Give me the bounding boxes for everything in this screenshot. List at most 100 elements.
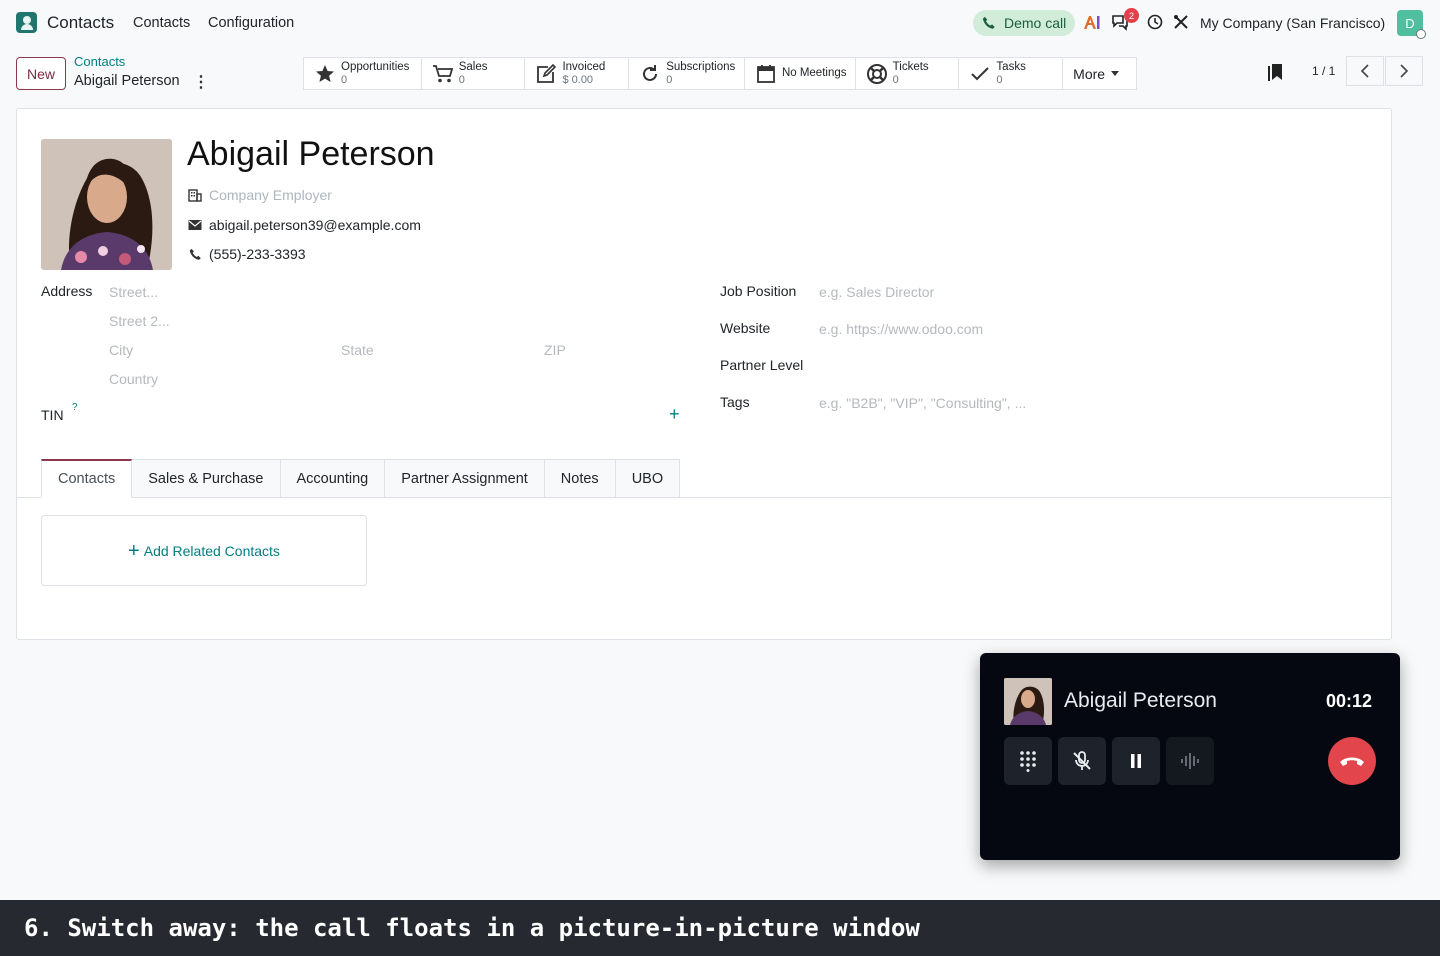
mute-button[interactable] (1058, 737, 1106, 785)
breadcrumb-parent[interactable]: Contacts (74, 54, 125, 69)
smart-button-opportunities[interactable]: Opportunities 0 (304, 58, 422, 89)
app-name[interactable]: Contacts (47, 13, 114, 33)
zip-input[interactable]: ZIP (544, 342, 566, 358)
notebook-tabs: Contacts Sales & Purchase Accounting Par… (41, 459, 681, 498)
job-position-input[interactable]: e.g. Sales Director (819, 284, 934, 300)
menu-contacts[interactable]: Contacts (133, 15, 190, 31)
website-label: Website (720, 320, 771, 336)
pause-icon (1131, 754, 1141, 768)
tags-label: Tags (720, 394, 750, 410)
company-placeholder: Company Employer (209, 187, 332, 203)
email-value: abigail.peterson39@example.com (209, 217, 421, 233)
smart-button-value: 0 (996, 73, 1003, 86)
smart-button-value: $ 0.00 (562, 73, 594, 86)
audio-input-button[interactable] (1166, 737, 1214, 785)
caption-text: 6. Switch away: the call floats in a pic… (24, 914, 920, 942)
smart-button-sales[interactable]: Sales 0 (422, 58, 526, 89)
actions-menu-icon[interactable]: ⋮ (193, 72, 209, 92)
ai-icon[interactable] (1082, 12, 1102, 32)
state-input[interactable]: State (341, 342, 374, 358)
keypad-button[interactable] (1004, 737, 1052, 785)
company-field[interactable]: Company Employer (187, 187, 332, 203)
email-field[interactable]: abigail.peterson39@example.com (187, 217, 421, 233)
tools-icon[interactable] (1171, 12, 1191, 32)
smart-button-label: Sales (458, 60, 488, 73)
phone-hangup-icon (1340, 757, 1364, 766)
smart-button-label: Tickets (892, 60, 929, 73)
breadcrumb-current: Abigail Peterson (74, 73, 180, 89)
smart-button-label: Invoiced (562, 60, 606, 73)
phone-value: (555)-233-3393 (209, 246, 306, 262)
company-switcher[interactable]: My Company (San Francisco) (1200, 15, 1385, 31)
contact-name[interactable]: Abigail Peterson (187, 135, 435, 174)
caller-name: Abigail Peterson (1064, 689, 1217, 712)
edit-icon (535, 63, 557, 85)
chevron-right-icon (1400, 64, 1409, 78)
street2-input[interactable]: Street 2... (109, 313, 170, 329)
form-sheet: Abigail Peterson Company Employer abigai… (16, 108, 1392, 640)
add-field-icon[interactable]: + (669, 404, 680, 425)
chevron-left-icon (1360, 64, 1369, 78)
call-pip-window[interactable]: Abigail Peterson 00:12 (980, 653, 1400, 860)
tab-accounting[interactable]: Accounting (280, 459, 386, 498)
tab-ubo[interactable]: UBO (615, 459, 681, 498)
menu-configuration[interactable]: Configuration (208, 15, 294, 31)
envelope-icon (187, 219, 203, 231)
smart-button-meetings[interactable]: No Meetings (745, 58, 856, 89)
star-icon (314, 63, 336, 85)
keypad-icon (1020, 751, 1036, 772)
user-avatar[interactable]: D (1397, 10, 1426, 39)
calendar-icon (755, 63, 777, 85)
demo-call-label: Demo call (1004, 15, 1067, 31)
phone-field[interactable]: (555)-233-3393 (187, 246, 306, 262)
smart-button-label: Tasks (996, 60, 1026, 73)
tab-sales-purchase[interactable]: Sales & Purchase (132, 459, 281, 498)
waveform-icon (1181, 753, 1199, 769)
contact-photo[interactable] (41, 139, 172, 270)
call-timer: 00:12 (1326, 691, 1373, 711)
demo-call-button[interactable]: Demo call (973, 10, 1075, 36)
caller-avatar (1004, 678, 1052, 725)
tab-contacts[interactable]: Contacts (41, 459, 133, 498)
smart-button-label: No Meetings (781, 67, 847, 79)
top-navbar: Contacts Contacts Configuration Demo cal… (0, 0, 1440, 46)
smart-button-invoiced[interactable]: Invoiced $ 0.00 (525, 58, 630, 89)
smart-button-tickets[interactable]: Tickets 0 (856, 58, 960, 89)
add-related-contacts-button[interactable]: + Add Related Contacts (41, 515, 367, 586)
website-input[interactable]: e.g. https://www.odoo.com (819, 321, 983, 337)
smart-button-label: Subscriptions (666, 60, 736, 73)
tags-input[interactable]: e.g. "B2B", "VIP", "Consulting", ... (819, 395, 1026, 411)
country-input[interactable]: Country (109, 371, 158, 387)
caret-down-icon (1111, 71, 1120, 76)
partner-level-label: Partner Level (720, 357, 804, 373)
address-label: Address (41, 283, 93, 299)
smart-button-subscriptions[interactable]: Subscriptions 0 (629, 58, 745, 89)
building-icon (187, 188, 203, 202)
bookmark-icon[interactable] (1268, 62, 1284, 85)
contacts-app-icon[interactable] (16, 12, 37, 33)
city-input[interactable]: City (109, 342, 133, 358)
hold-button[interactable] (1112, 737, 1160, 785)
check-icon (969, 63, 991, 85)
new-button[interactable]: New (16, 57, 66, 90)
smart-button-tasks[interactable]: Tasks 0 (959, 58, 1064, 89)
tin-help-icon[interactable]: ? (72, 402, 78, 413)
pager-next-button[interactable] (1385, 56, 1423, 86)
cart-icon (432, 63, 454, 85)
smart-button-value: 0 (458, 73, 465, 86)
hang-up-button[interactable] (1328, 737, 1376, 785)
lifebuoy-icon (866, 63, 888, 85)
pager-value[interactable]: 1 / 1 (1312, 64, 1335, 78)
street-input[interactable]: Street... (109, 284, 158, 300)
microphone-slash-icon (1073, 751, 1091, 770)
more-label: More (1073, 65, 1106, 82)
more-button[interactable]: More (1063, 58, 1136, 89)
messages-badge: 2 (1124, 8, 1139, 23)
phone-icon (187, 248, 203, 261)
tab-notes[interactable]: Notes (544, 459, 616, 498)
refresh-icon (639, 63, 661, 85)
caption-bar: 6. Switch away: the call floats in a pic… (0, 900, 1440, 956)
pager-previous-button[interactable] (1346, 56, 1384, 86)
tab-partner-assignment[interactable]: Partner Assignment (385, 459, 545, 498)
clock-icon[interactable] (1145, 12, 1165, 32)
